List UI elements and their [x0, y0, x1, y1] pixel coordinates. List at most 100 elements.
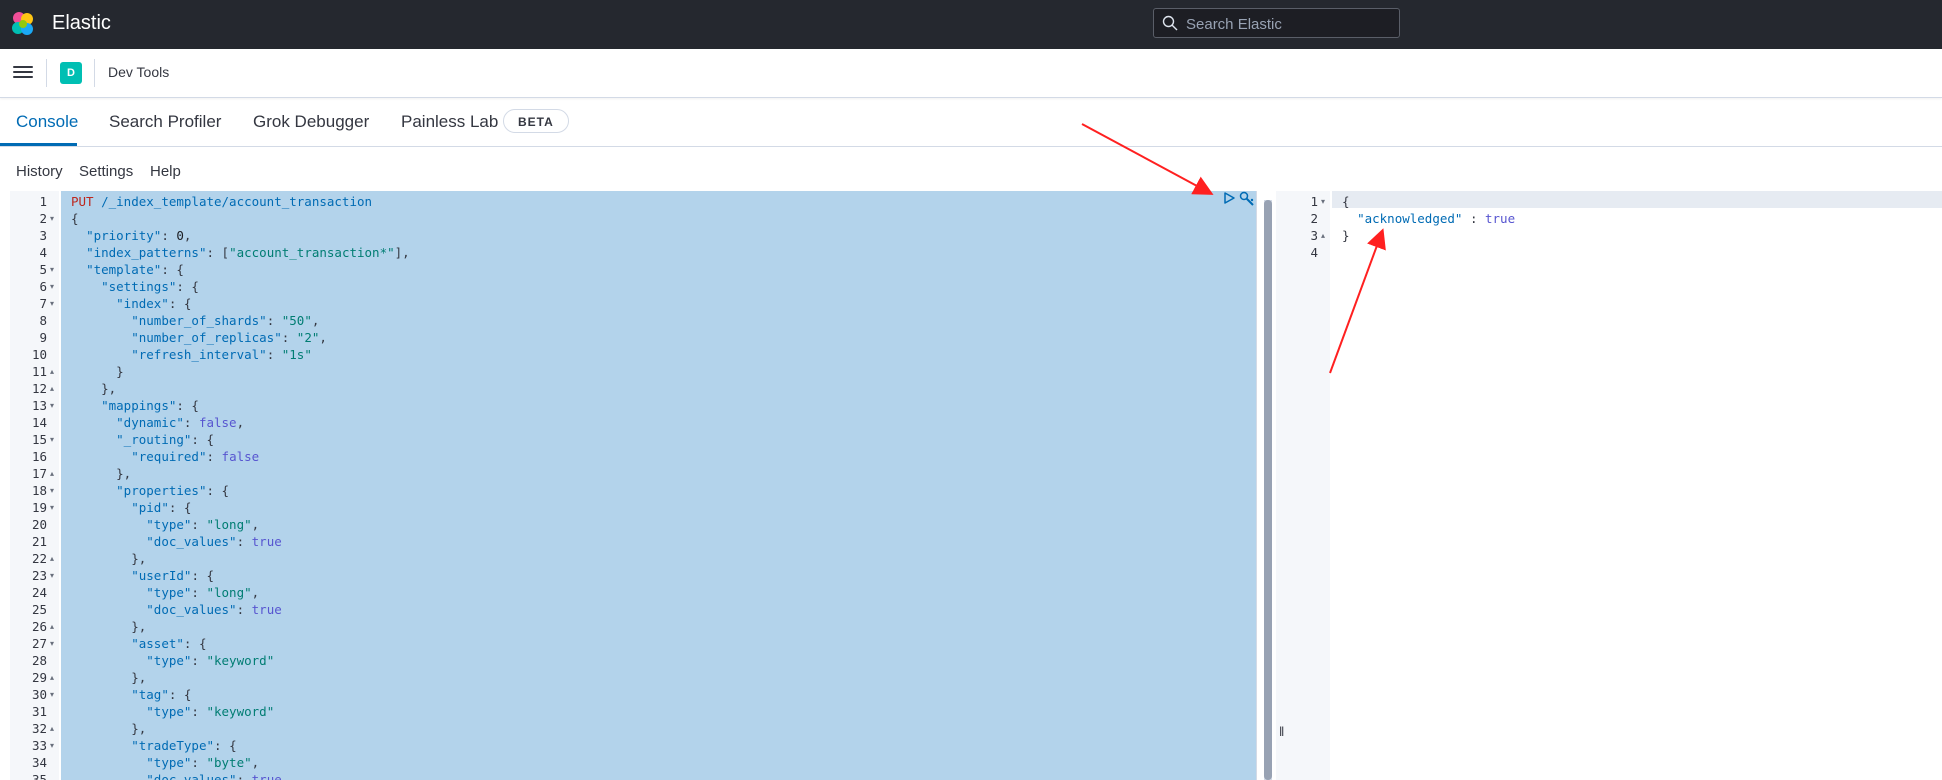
editor-code-text: "doc_values": true — [146, 534, 282, 549]
wrench-icon[interactable] — [1239, 191, 1255, 207]
fold-open-icon[interactable]: ▾ — [50, 686, 54, 703]
output-code-line: "acknowledged" : true — [1332, 210, 1942, 227]
menu-help[interactable]: Help — [150, 163, 181, 180]
response-output: 1 ▾ 2 3 ▴ 4 { "acknowledged" : true} — [1288, 191, 1942, 780]
editor-code-text: }, — [71, 551, 147, 566]
editor-line-number: 19 — [31, 500, 47, 515]
editor-line-number: 13 — [31, 398, 47, 413]
editor-line-number: 17 — [31, 466, 47, 481]
editor-code-text: "required": false — [131, 449, 260, 464]
scrollbar-thumb[interactable] — [1264, 200, 1272, 780]
menu-settings[interactable]: Settings — [79, 163, 133, 180]
editor-code-text: "tradeType": { — [131, 738, 237, 753]
editor-code-text: }, — [71, 381, 117, 396]
menu-history[interactable]: History — [16, 163, 63, 180]
hamburger-menu-icon[interactable] — [13, 63, 33, 83]
editor-line-number: 11 — [31, 364, 47, 379]
editor-code-text: "refresh_interval": "1s" — [131, 347, 312, 362]
fold-open-icon[interactable]: ▾ — [50, 210, 54, 227]
tab-console[interactable]: Console — [16, 112, 78, 132]
panel-resizer[interactable] — [1276, 191, 1288, 780]
editor-code-text: }, — [71, 466, 132, 481]
fold-open-icon[interactable]: ▾ — [50, 499, 54, 516]
tab-search-profiler[interactable]: Search Profiler — [109, 112, 221, 132]
editor-code-text: "index_patterns": ["account_transaction*… — [86, 245, 410, 260]
fold-open-icon[interactable]: ▾ — [1321, 193, 1325, 210]
editor-code-line: "type": "long", — [61, 584, 1256, 601]
editor-line-number: 32 — [31, 721, 47, 736]
fold-open-icon[interactable]: ▾ — [50, 737, 54, 754]
editor-scrollbar[interactable] — [1264, 200, 1272, 780]
editor-code-line: "pid": { — [61, 499, 1256, 516]
fold-open-icon[interactable]: ▾ — [50, 295, 54, 312]
fold-open-icon[interactable]: ▾ — [50, 431, 54, 448]
editor-code-line: }, — [61, 618, 1256, 635]
editor-code-line: "priority": 0, — [61, 227, 1256, 244]
editor-line-number: 29 — [31, 670, 47, 685]
editor-line-number: 6 — [39, 279, 47, 294]
editor-code-text: "number_of_replicas": "2", — [131, 330, 327, 345]
space-avatar[interactable]: D — [60, 62, 82, 84]
fold-close-icon[interactable]: ▴ — [50, 720, 54, 737]
editor-code-line: }, — [61, 550, 1256, 567]
beta-badge: BETA — [503, 109, 569, 133]
fold-open-icon[interactable]: ▾ — [50, 635, 54, 652]
output-code-line — [1332, 244, 1942, 261]
output-line-number: 3 — [1310, 228, 1318, 243]
editor-code-line: "tag": { — [61, 686, 1256, 703]
fold-close-icon[interactable]: ▴ — [50, 550, 54, 567]
editor-code-line: "number_of_shards": "50", — [61, 312, 1256, 329]
global-search[interactable] — [1153, 8, 1400, 38]
editor-code-text: "doc_values": true — [146, 602, 282, 617]
editor-code-text: "pid": { — [131, 500, 192, 515]
output-code-line: { — [1332, 193, 1942, 210]
editor-line-number: 9 — [39, 330, 47, 345]
editor-code-line: { — [61, 210, 1256, 227]
request-editor[interactable]: 1 2 ▾ 3 4 5 ▾ 6 ▾ 7 ▾ 8 9 10 11 ▴ 12 ▴ 13 ▾ 14 15 ▾ 16 17 ▴ 18 ▾ 19 ▾… — [10, 191, 1257, 780]
fold-close-icon[interactable]: ▴ — [1321, 227, 1325, 244]
editor-line-number: 23 — [31, 568, 47, 583]
editor-code-text: "tag": { — [131, 687, 192, 702]
fold-open-icon[interactable]: ▾ — [50, 261, 54, 278]
editor-code-text: }, — [71, 721, 147, 736]
elastic-logo-icon[interactable] — [10, 11, 36, 37]
editor-code-line: "doc_values": true — [61, 601, 1256, 618]
fold-close-icon[interactable]: ▴ — [50, 465, 54, 482]
editor-code-line: "template": { — [61, 261, 1256, 278]
fold-open-icon[interactable]: ▾ — [50, 278, 54, 295]
editor-code-area[interactable]: PUT /_index_template/account_transaction… — [61, 191, 1256, 780]
editor-line-number: 3 — [39, 228, 47, 243]
search-input[interactable] — [1184, 13, 1393, 35]
editor-line-number: 14 — [31, 415, 47, 430]
editor-code-line: "type": "long", — [61, 516, 1256, 533]
breadcrumb-bar: D Dev Tools — [0, 49, 1942, 98]
fold-open-icon[interactable]: ▾ — [50, 397, 54, 414]
fold-open-icon[interactable]: ▾ — [50, 567, 54, 584]
editor-code-line: }, — [61, 720, 1256, 737]
editor-line-number: 7 — [39, 296, 47, 311]
tab-painless-lab[interactable]: Painless Lab — [401, 112, 498, 132]
editor-code-text: "asset": { — [131, 636, 207, 651]
editor-line-number: 28 — [31, 653, 47, 668]
active-tab-indicator — [0, 143, 77, 146]
editor-line-number: 26 — [31, 619, 47, 634]
fold-close-icon[interactable]: ▴ — [50, 669, 54, 686]
fold-close-icon[interactable]: ▴ — [50, 363, 54, 380]
output-code-line: } — [1332, 227, 1942, 244]
output-gutter: 1 ▾ 2 3 ▴ 4 — [1288, 191, 1330, 780]
output-line-number: 1 — [1310, 194, 1318, 209]
fold-close-icon[interactable]: ▴ — [50, 618, 54, 635]
editor-line-number: 21 — [31, 534, 47, 549]
editor-code-text: "dynamic": false, — [116, 415, 245, 430]
fold-open-icon[interactable]: ▾ — [50, 482, 54, 499]
resize-handle-icon[interactable]: ‖ — [1279, 724, 1284, 739]
editor-code-text: "priority": 0, — [86, 228, 192, 243]
tab-grok-debugger[interactable]: Grok Debugger — [253, 112, 369, 132]
send-request-play-icon[interactable] — [1222, 191, 1236, 205]
fold-close-icon[interactable]: ▴ — [50, 380, 54, 397]
editor-code-line: }, — [61, 465, 1256, 482]
search-icon — [1162, 15, 1178, 31]
editor-code-line: "asset": { — [61, 635, 1256, 652]
editor-line-number: 33 — [31, 738, 47, 753]
editor-line-number: 25 — [31, 602, 47, 617]
